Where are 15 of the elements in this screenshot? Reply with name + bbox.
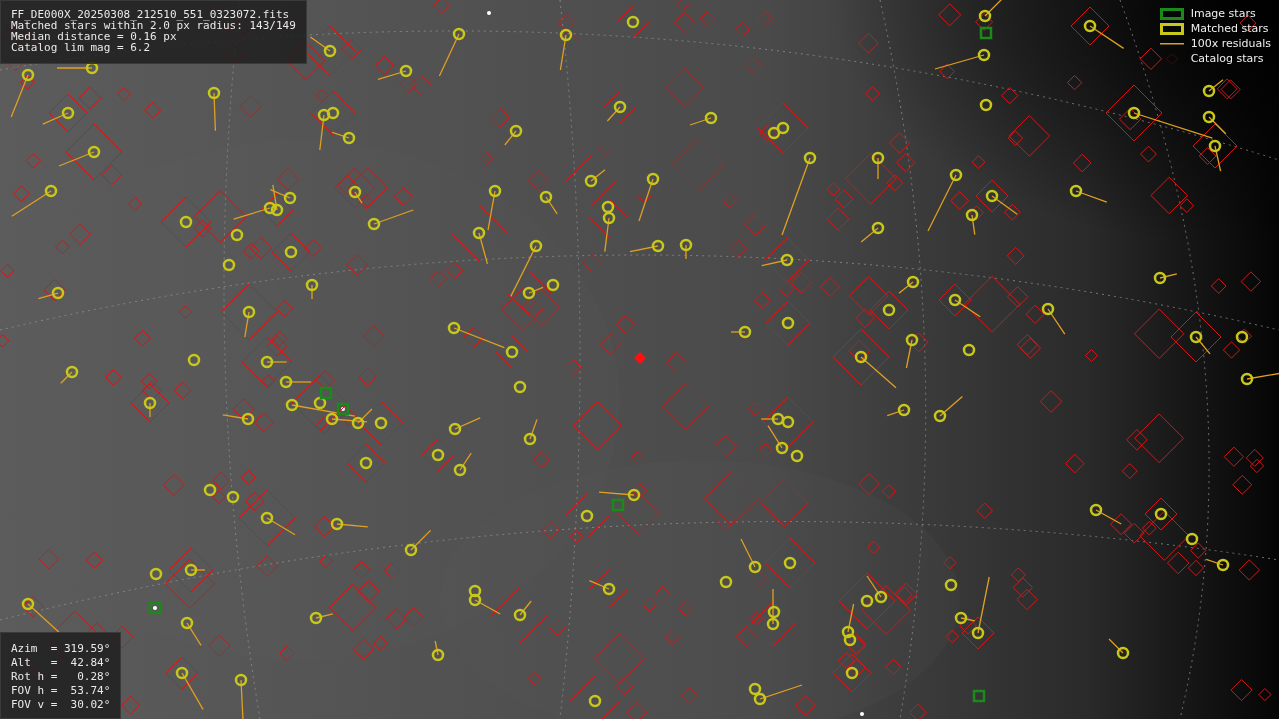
pointing-info-text: Alt = 42.84° xyxy=(11,656,111,670)
pointing-info-text: Rot h = 0.28° xyxy=(11,670,111,684)
image-info-text: Median distance = 0.16 px xyxy=(11,31,177,42)
matched-star-swatch-icon xyxy=(1159,22,1184,35)
legend-label: 100x residuals xyxy=(1190,37,1271,50)
pointing-info-text: Azim = 319.59° xyxy=(11,642,111,656)
legend-label: Catalog stars xyxy=(1190,52,1264,65)
legend-label: Image stars xyxy=(1190,7,1256,20)
image-info-text: Matched stars within 2.0 px radius: 143/149 xyxy=(11,20,296,31)
legend-label: Matched stars xyxy=(1190,22,1269,35)
image-info-text: Catalog lim mag = 6.2 xyxy=(11,42,152,53)
image-star-swatch-icon xyxy=(1159,7,1184,20)
pointing-info-text: FOV v = 30.02° xyxy=(11,698,111,712)
image-info-text: FF_DE000X_20250308_212510_551_0323072.fits xyxy=(11,9,291,20)
pointing-info-text: FOV h = 53.74° xyxy=(11,684,111,698)
